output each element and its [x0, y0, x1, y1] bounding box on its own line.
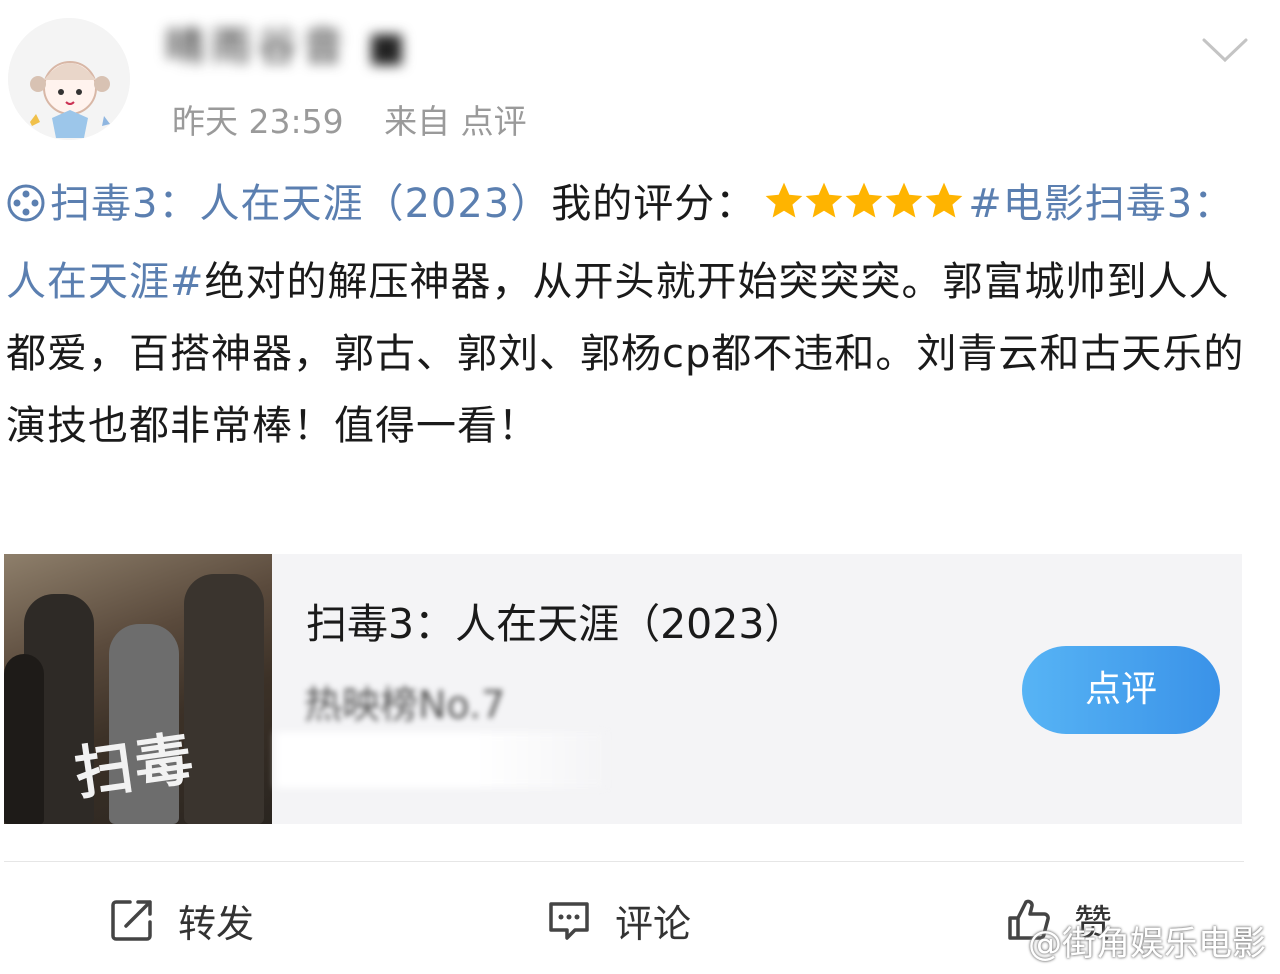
film-reel-icon	[7, 184, 45, 222]
movie-card[interactable]: 扫毒 扫毒3：人在天涯（2023） 热映榜No.7 点评	[4, 554, 1242, 824]
card-title: 扫毒3：人在天涯（2023）	[306, 600, 806, 648]
chevron-down-icon[interactable]	[1200, 34, 1250, 66]
comment-icon	[549, 902, 589, 940]
avatar[interactable]	[8, 18, 130, 140]
star-icon	[925, 182, 963, 218]
repost-label: 转发	[178, 901, 255, 946]
watermark: @街角娱乐电影	[1028, 924, 1266, 964]
rating-stars	[762, 174, 963, 246]
divider	[4, 861, 1244, 862]
comment-label: 评论	[615, 901, 692, 946]
repost-button[interactable]: 转发	[108, 890, 254, 950]
star-icon	[885, 182, 923, 218]
card-redaction	[276, 732, 606, 788]
star-icon	[765, 182, 803, 218]
post-meta: 昨天 23:59 来自 点评	[172, 100, 557, 144]
movie-poster[interactable]: 扫毒	[4, 554, 272, 824]
post-timestamp: 昨天 23:59	[172, 102, 344, 141]
movie-link-text: 扫毒3：人在天涯（2023）	[50, 181, 552, 227]
rating-label: 我的评分：	[551, 181, 757, 227]
post-content: 扫毒3：人在天涯（2023）我的评分： #电影扫毒3：人在天涯#绝对的解压神器，从…	[6, 168, 1246, 462]
star-icon	[805, 182, 843, 218]
review-button[interactable]: 点评	[1022, 646, 1220, 734]
movie-link[interactable]: 扫毒3：人在天涯（2023）	[6, 181, 551, 227]
post-source[interactable]: 来自 点评	[384, 102, 527, 141]
card-subtitle-redacted: 热映榜No.7	[304, 683, 506, 727]
poster-title-art: 扫毒	[70, 723, 199, 808]
comment-button[interactable]: 评论	[545, 890, 691, 950]
username[interactable]: 晴雨谷音 ■	[165, 22, 415, 72]
avatar-illustration	[8, 18, 130, 140]
star-icon	[845, 182, 883, 218]
repost-icon	[111, 900, 152, 941]
